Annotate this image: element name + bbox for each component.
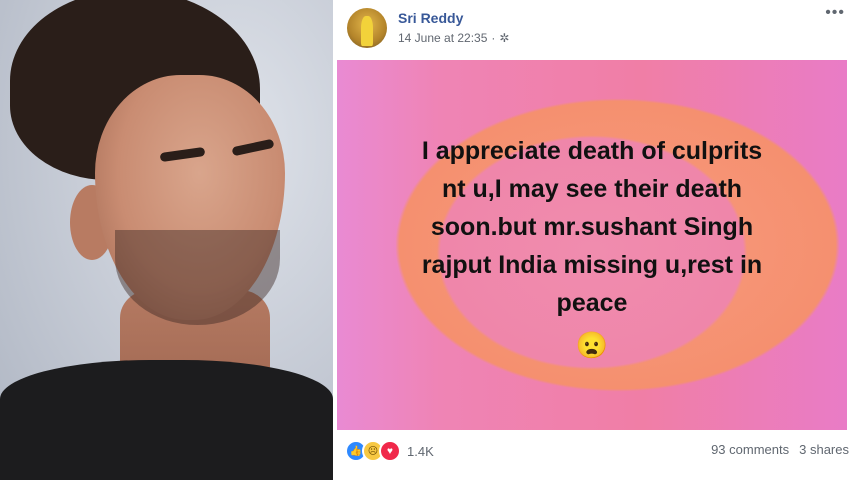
reaction-count: 1.4K <box>407 443 434 459</box>
author-name[interactable]: Sri Reddy <box>398 10 463 26</box>
post-text-line: rajput India missing u,rest in <box>421 251 763 279</box>
love-reaction-icon: ♥ <box>379 440 401 462</box>
comments-link[interactable]: 93 comments <box>711 442 789 457</box>
post-meta: 14 June at 22:35 · ✲ <box>398 31 509 45</box>
reactions-summary[interactable]: 👍 ☹ ♥ 1.4K <box>345 440 434 462</box>
more-icon[interactable]: ••• <box>825 4 845 22</box>
post-text-line: soon.but mr.sushant Singh <box>430 213 754 241</box>
gear-icon[interactable]: ✲ <box>499 31 509 45</box>
post-background-card: I appreciate death of culprits nt u,I ma… <box>337 60 847 430</box>
post-stats: 93 comments 3 shares <box>711 442 849 457</box>
photo-shirt <box>0 360 333 480</box>
post-text-line: I appreciate death of culprits <box>421 137 763 165</box>
post-footer: 👍 ☹ ♥ 1.4K 93 comments 3 shares <box>333 437 853 465</box>
actor-photo <box>0 0 333 480</box>
post-text: I appreciate death of culprits nt u,I ma… <box>337 132 847 364</box>
sad-face-emoji: 😦 <box>575 330 609 360</box>
shares-link[interactable]: 3 shares <box>799 442 849 457</box>
post-text-line: nt u,I may see their death <box>441 175 743 203</box>
author-avatar[interactable] <box>347 8 387 48</box>
post-timestamp[interactable]: 14 June at 22:35 <box>398 31 487 45</box>
post-text-line: peace <box>556 289 628 317</box>
avatar-figure <box>361 16 373 46</box>
meta-separator: · <box>491 31 496 45</box>
facebook-post: Sri Reddy 14 June at 22:35 · ✲ ••• I app… <box>333 0 853 480</box>
